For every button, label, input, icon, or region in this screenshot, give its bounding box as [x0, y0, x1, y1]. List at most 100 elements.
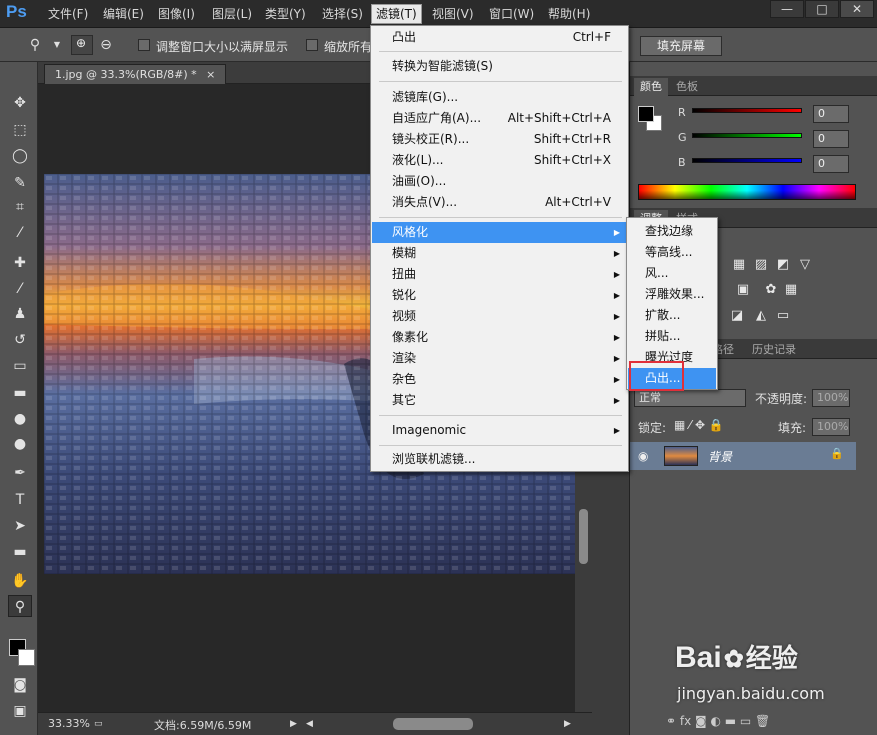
vibrance-icon[interactable]: ▽	[796, 257, 814, 273]
menu-item-render[interactable]: 渲染 ▶	[372, 348, 627, 369]
menu-file[interactable]: 文件(F)	[44, 5, 92, 23]
menu-help[interactable]: 帮助(H)	[544, 5, 594, 23]
tab-color[interactable]: 颜色	[634, 78, 668, 96]
layer-footer-icons[interactable]: ⚭ fx ◙ ◐ ▬ ▭ 🗑	[666, 714, 770, 728]
menu-item-adaptive-wide-angle[interactable]: 自适应广角(A)... Alt+Shift+Ctrl+A	[372, 108, 627, 129]
menu-select[interactable]: 选择(S)	[318, 5, 367, 23]
eraser-tool-icon[interactable]: ▭	[8, 355, 32, 377]
screen-mode-icon[interactable]: ▣	[8, 700, 32, 722]
menu-window[interactable]: 窗口(W)	[485, 5, 538, 23]
submenu-item-find-edges[interactable]: 查找边缘	[628, 221, 716, 242]
menu-item-smart-filter[interactable]: 转换为智能滤镜(S)	[372, 56, 627, 77]
r-slider[interactable]	[692, 108, 802, 113]
minimize-button[interactable]: —	[770, 0, 804, 18]
document-tab[interactable]: 1.jpg @ 33.3%(RGB/8#) * ×	[44, 64, 227, 84]
type-tool-icon[interactable]: T	[8, 489, 32, 511]
status-menu-arrow-icon[interactable]: ▶	[290, 719, 297, 729]
hand-tool-icon[interactable]: ✋	[8, 570, 32, 592]
layer-row-background[interactable]: ◉ 背景 🔒	[630, 442, 856, 470]
menu-item-video[interactable]: 视频 ▶	[372, 306, 627, 327]
quick-mask-icon[interactable]: ◙	[8, 674, 32, 696]
submenu-item-wind[interactable]: 风...	[628, 263, 716, 284]
menu-item-sharpen[interactable]: 锐化 ▶	[372, 285, 627, 306]
marquee-tool-icon[interactable]: ⬚	[8, 119, 32, 141]
menu-edit[interactable]: 编辑(E)	[99, 5, 148, 23]
menu-layer[interactable]: 图层(L)	[208, 5, 256, 23]
zoom-tool-icon[interactable]: ⚲	[8, 595, 32, 617]
curves-icon[interactable]: ▨	[752, 257, 770, 273]
color-spectrum[interactable]	[638, 184, 856, 200]
color-balance-icon[interactable]: ▣	[734, 282, 752, 298]
opacity-input[interactable]: 100%	[812, 389, 850, 407]
menu-item-noise[interactable]: 杂色 ▶	[372, 369, 627, 390]
menu-item-browse-filters-online[interactable]: 浏览联机滤镜...	[372, 449, 627, 470]
menu-item-stylize[interactable]: 风格化 ▶	[372, 222, 627, 243]
gradient-map-icon[interactable]: ◭	[752, 308, 770, 324]
menu-item-distort[interactable]: 扭曲 ▶	[372, 264, 627, 285]
menu-item-imagenomic[interactable]: Imagenomic ▶	[372, 420, 627, 441]
close-tab-icon[interactable]: ×	[206, 68, 215, 81]
menu-item-blur[interactable]: 模糊 ▶	[372, 243, 627, 264]
path-select-tool-icon[interactable]: ➤	[8, 515, 32, 537]
menu-item-liquify[interactable]: 液化(L)... Shift+Ctrl+X	[372, 150, 627, 171]
history-brush-tool-icon[interactable]: ↺	[8, 329, 32, 351]
zoom-all-checkbox[interactable]	[306, 39, 318, 51]
status-icon[interactable]: ▭	[94, 719, 103, 729]
lock-icons[interactable]: ▦ ⁄ ✥ 🔒	[674, 418, 724, 432]
pen-tool-icon[interactable]: ✒	[8, 462, 32, 484]
g-slider[interactable]	[692, 133, 802, 138]
channel-mixer-icon[interactable]: ✿	[762, 282, 780, 298]
blend-mode-select[interactable]: 正常	[634, 389, 746, 407]
threshold-icon[interactable]: ◪	[728, 308, 746, 324]
menu-item-vanishing-point[interactable]: 消失点(V)... Alt+Ctrl+V	[372, 192, 627, 213]
menu-filter[interactable]: 滤镜(T)	[371, 4, 422, 24]
vertical-scroll-thumb[interactable]	[579, 509, 588, 564]
zoom-level[interactable]: 33.33%	[48, 717, 90, 730]
color-lookup-icon[interactable]: ▦	[782, 282, 800, 298]
g-value-input[interactable]: 0	[813, 130, 849, 148]
eye-icon[interactable]: ◉	[638, 449, 648, 463]
dodge-tool-icon[interactable]: ●	[8, 433, 32, 455]
exposure-icon[interactable]: ◩	[774, 257, 792, 273]
zoom-in-button[interactable]: ⊕	[71, 35, 93, 55]
submenu-item-trace-contour[interactable]: 等高线...	[628, 242, 716, 263]
blur-tool-icon[interactable]: ●	[8, 408, 32, 430]
horizontal-scroll-thumb[interactable]	[393, 718, 473, 730]
scroll-left-icon[interactable]: ◀	[306, 719, 313, 729]
move-tool-icon[interactable]: ✥	[8, 92, 32, 114]
menu-type[interactable]: 类型(Y)	[261, 5, 310, 23]
background-color-swatch[interactable]	[18, 649, 35, 666]
menu-image[interactable]: 图像(I)	[154, 5, 199, 23]
selective-color-icon[interactable]: ▭	[774, 308, 792, 324]
b-slider[interactable]	[692, 158, 802, 163]
menu-view[interactable]: 视图(V)	[428, 5, 478, 23]
close-button[interactable]: ✕	[840, 0, 874, 18]
lasso-tool-icon[interactable]: ◯	[8, 145, 32, 167]
menu-item-filter-gallery[interactable]: 滤镜库(G)...	[372, 87, 627, 108]
levels-icon[interactable]: ▦	[730, 257, 748, 273]
brush-tool-icon[interactable]: ⁄	[8, 278, 32, 300]
menu-item-other[interactable]: 其它 ▶	[372, 390, 627, 411]
healing-brush-tool-icon[interactable]: ✚	[8, 252, 32, 274]
fill-input[interactable]: 100%	[812, 418, 850, 436]
tab-history[interactable]: 历史记录	[746, 341, 802, 359]
tool-preset-dropdown-icon[interactable]: ▼	[48, 36, 66, 54]
eyedropper-tool-icon[interactable]: ⁄	[8, 222, 32, 244]
fit-window-checkbox[interactable]	[138, 39, 150, 51]
maximize-button[interactable]: □	[805, 0, 839, 18]
scroll-right-icon[interactable]: ▶	[564, 719, 571, 729]
crop-tool-icon[interactable]: ⌗	[8, 196, 32, 218]
tab-swatches[interactable]: 色板	[670, 78, 704, 96]
fill-screen-button[interactable]: 填充屏幕	[640, 36, 722, 56]
menu-item-pixelate[interactable]: 像素化 ▶	[372, 327, 627, 348]
zoom-out-icon[interactable]: ⊖	[97, 36, 115, 54]
shape-tool-icon[interactable]: ▬	[8, 541, 32, 563]
menu-item-last-filter[interactable]: 凸出 Ctrl+F	[372, 27, 627, 48]
color-foreground-swatch[interactable]	[638, 106, 654, 122]
stamp-tool-icon[interactable]: ♟	[8, 303, 32, 325]
zoom-tool-icon[interactable]: ⚲	[26, 36, 44, 54]
menu-item-lens-correction[interactable]: 镜头校正(R)... Shift+Ctrl+R	[372, 129, 627, 150]
b-value-input[interactable]: 0	[813, 155, 849, 173]
gradient-tool-icon[interactable]: ▬	[8, 382, 32, 404]
submenu-item-diffuse[interactable]: 扩散...	[628, 305, 716, 326]
